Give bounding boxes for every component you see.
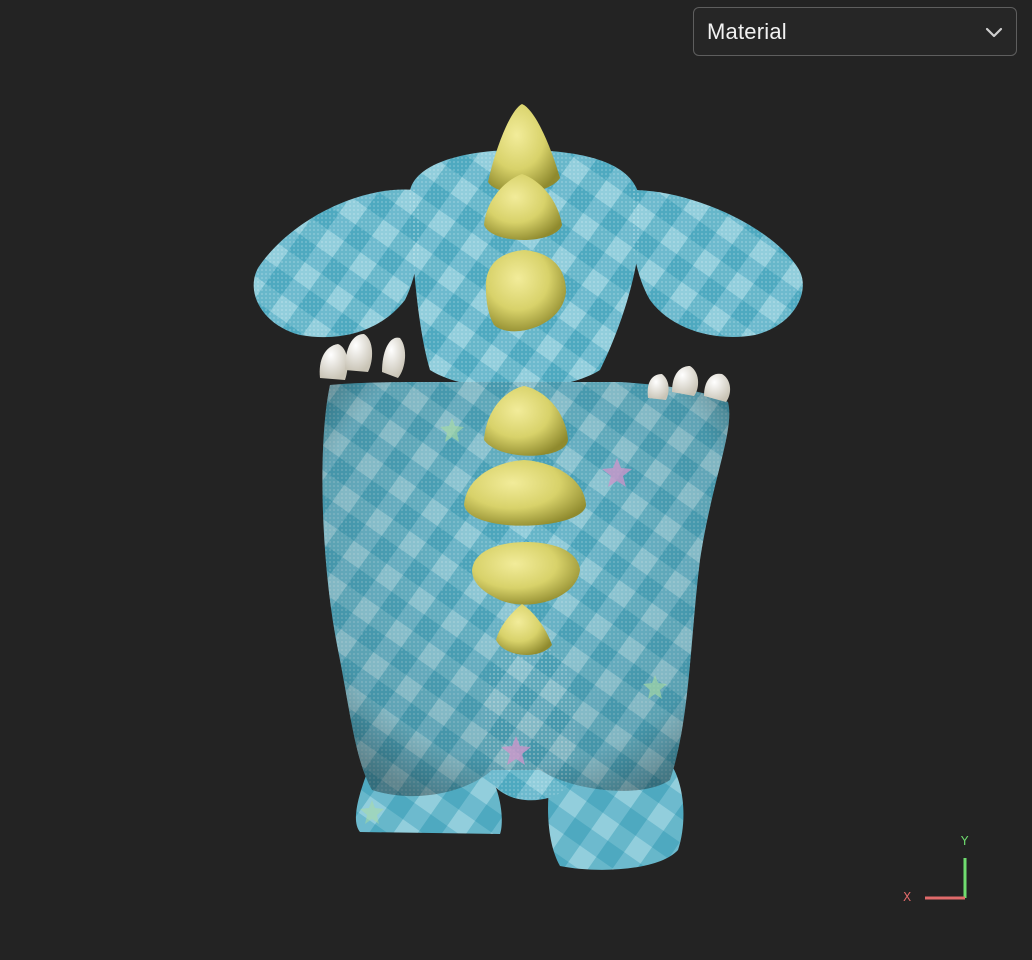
render-mode-selected: Material bbox=[707, 18, 787, 44]
axis-gizmo: Y X bbox=[895, 830, 985, 915]
chevron-down-icon bbox=[985, 27, 1003, 38]
axis-y-label: Y bbox=[961, 834, 969, 848]
3d-viewport[interactable]: Material Y X bbox=[0, 0, 1032, 960]
plush-dinosaur-model[interactable] bbox=[0, 0, 1032, 960]
render-mode-dropdown[interactable]: Material bbox=[693, 7, 1017, 56]
axis-x-label: X bbox=[903, 890, 912, 904]
